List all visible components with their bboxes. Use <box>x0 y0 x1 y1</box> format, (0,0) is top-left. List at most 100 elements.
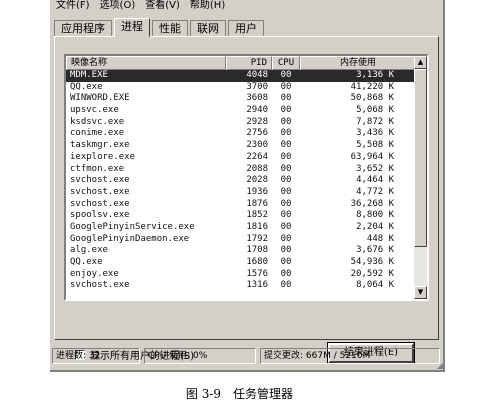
process-memory: 5,508 K <box>356 140 394 151</box>
process-cpu: 00 <box>280 245 292 256</box>
status-process-count: 进程数: 32 <box>52 348 140 364</box>
scroll-thumb[interactable] <box>414 69 427 247</box>
process-cpu: 00 <box>280 93 292 104</box>
scroll-up-icon[interactable]: ▲ <box>414 56 427 69</box>
process-pid: 1680 <box>246 257 268 267</box>
process-row[interactable]: svchost.exe 1316 00 8,064 K <box>66 280 416 292</box>
process-memory: 7,872 K <box>356 116 394 127</box>
process-row[interactable]: conime.exe 2756 00 3,436 K <box>66 128 416 140</box>
task-manager-window: 文件(F) 选项(O) 查看(V) 帮助(H) 应用程序 进程 性能 联网 用户… <box>50 0 445 372</box>
tab-performance[interactable]: 性能 <box>152 20 188 37</box>
process-pid: 2940 <box>246 105 268 116</box>
process-pid: 1576 <box>246 268 268 279</box>
process-row[interactable]: svchost.exe 1936 00 4,772 K <box>66 187 416 199</box>
tab-processes[interactable]: 进程 <box>114 18 150 37</box>
process-name: svchost.exe <box>70 280 130 291</box>
process-pid: 1852 <box>246 210 268 221</box>
process-pid: 1792 <box>246 233 268 244</box>
process-cpu: 00 <box>280 210 292 221</box>
process-cpu: 00 <box>280 198 292 209</box>
process-memory: 36,268 K <box>350 198 394 209</box>
process-memory: 63,964 K <box>350 151 394 162</box>
scroll-down-icon[interactable]: ▼ <box>414 286 427 299</box>
column-memory[interactable]: 内存使用 <box>300 56 416 70</box>
process-name: MDM.EXE <box>70 70 108 80</box>
process-row[interactable]: iexplore.exe 2264 00 63,964 K <box>66 152 416 164</box>
process-name: conime.exe <box>70 128 125 139</box>
process-row[interactable]: ksdsvc.exe 2928 00 7,872 K <box>66 117 416 129</box>
process-row[interactable]: svchost.exe 1876 00 36,268 K <box>66 199 416 211</box>
process-cpu: 00 <box>280 175 292 186</box>
menu-view[interactable]: 查看(V) <box>145 0 180 16</box>
process-name: enjoy.exe <box>70 268 119 279</box>
process-cpu: 00 <box>280 163 292 174</box>
process-name: alg.exe <box>70 245 108 256</box>
process-name: ksdsvc.exe <box>70 116 125 127</box>
process-memory: 5,068 K <box>356 105 394 116</box>
column-image-name[interactable]: 映像名称 <box>66 56 226 70</box>
menu-options[interactable]: 选项(O) <box>100 0 136 16</box>
process-cpu: 00 <box>280 70 292 80</box>
process-name: svchost.exe <box>70 198 130 209</box>
process-row[interactable]: WINWORD.EXE 3608 00 50,868 K <box>66 93 416 105</box>
process-name: QQ.exe <box>70 257 103 267</box>
tab-users[interactable]: 用户 <box>228 20 264 37</box>
process-pid: 1708 <box>246 245 268 256</box>
process-row[interactable]: svchost.exe 2028 00 4,464 K <box>66 175 416 187</box>
process-pid: 1316 <box>246 280 268 291</box>
process-pid: 2088 <box>246 163 268 174</box>
resize-grip-icon[interactable]: ◢ <box>437 361 443 370</box>
menu-file[interactable]: 文件(F) <box>56 0 90 16</box>
vertical-scrollbar[interactable]: ▲ ▼ <box>414 56 427 299</box>
process-row[interactable]: QQ.exe 3700 00 41,220 K <box>66 82 416 94</box>
process-pid: 2028 <box>246 175 268 186</box>
process-name: taskmgr.exe <box>70 140 130 151</box>
process-cpu: 00 <box>280 268 292 279</box>
process-name: iexplore.exe <box>70 151 136 162</box>
process-row[interactable]: ctfmon.exe 2088 00 3,652 K <box>66 164 416 176</box>
status-cpu-usage: CPU 使用: 0% <box>144 348 256 364</box>
list-header: 映像名称 PID CPU 内存使用 <box>66 56 416 70</box>
process-row[interactable]: taskmgr.exe 2300 00 5,508 K <box>66 140 416 152</box>
process-row[interactable]: spoolsv.exe 1852 00 8,800 K <box>66 210 416 222</box>
process-name: ctfmon.exe <box>70 163 125 174</box>
process-row[interactable]: upsvc.exe 2940 00 5,068 K <box>66 105 416 117</box>
process-cpu: 00 <box>280 151 292 162</box>
process-row[interactable]: alg.exe 1708 00 3,676 K <box>66 245 416 257</box>
process-name: svchost.exe <box>70 175 130 186</box>
figure-caption: 图 3-9 任务管理器 <box>185 387 294 401</box>
process-memory: 4,772 K <box>356 186 394 197</box>
process-row[interactable]: GooglePinyinDaemon.exe 1792 00 448 K <box>66 234 416 246</box>
process-list[interactable]: 映像名称 PID CPU 内存使用 MDM.EXE 4048 00 3,136 K QQ… <box>64 54 429 301</box>
process-pid: 2264 <box>246 151 268 162</box>
process-row[interactable]: enjoy.exe 1576 00 20,592 K <box>66 269 416 281</box>
process-memory: 54,936 K <box>350 257 394 267</box>
process-rows: MDM.EXE 4048 00 3,136 K QQ.exe 3700 00 41,220 K… <box>66 70 416 292</box>
process-memory: 3,652 K <box>356 163 394 174</box>
process-cpu: 00 <box>280 116 292 127</box>
process-memory: 8,800 K <box>356 210 394 221</box>
process-row[interactable]: GooglePinyinService.exe 1816 00 2,204 K <box>66 222 416 234</box>
menu-help[interactable]: 帮助(H) <box>190 0 225 16</box>
process-name: QQ.exe <box>70 81 103 92</box>
process-memory: 2,204 K <box>356 221 394 232</box>
process-memory: 41,220 K <box>350 81 394 92</box>
tab-strip: 应用程序 进程 性能 联网 用户 <box>54 18 266 37</box>
process-cpu: 00 <box>280 280 292 291</box>
process-row[interactable]: MDM.EXE 4048 00 3,136 K <box>66 70 416 82</box>
column-cpu[interactable]: CPU <box>272 56 300 70</box>
process-row[interactable]: QQ.exe 1680 00 54,936 K <box>66 257 416 269</box>
tab-networking[interactable]: 联网 <box>190 20 226 37</box>
process-name: svchost.exe <box>70 186 130 197</box>
process-pid: 1876 <box>246 198 268 209</box>
process-memory: 3,136 K <box>356 70 394 80</box>
process-memory: 8,064 K <box>356 280 394 291</box>
column-pid[interactable]: PID <box>226 56 272 70</box>
process-pid: 3608 <box>246 93 268 104</box>
process-memory: 448 K <box>366 233 394 244</box>
process-cpu: 00 <box>280 257 292 267</box>
process-name: GooglePinyinService.exe <box>70 221 195 232</box>
process-cpu: 00 <box>280 221 292 232</box>
tab-applications[interactable]: 应用程序 <box>54 20 112 37</box>
process-pid: 2300 <box>246 140 268 151</box>
